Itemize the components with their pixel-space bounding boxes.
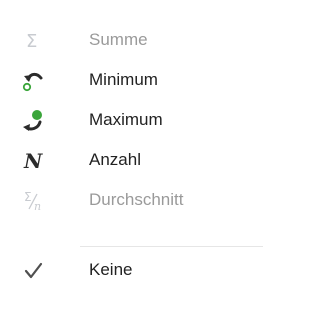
menu-separator [80, 246, 263, 247]
svg-text:Σ: Σ [24, 190, 32, 204]
menu-item-label: Summe [89, 30, 148, 49]
checkmark-icon [20, 258, 48, 282]
menu-item-none[interactable]: Keine [0, 250, 263, 290]
menu-item-maximum[interactable]: Maximum [0, 100, 263, 140]
menu-item-label: Anzahl [89, 150, 141, 169]
average-icon: Σ n [20, 188, 48, 213]
menu-item-sum: Σ Summe [0, 20, 263, 60]
sum-icon: Σ [20, 28, 48, 52]
menu-item-label: Maximum [89, 110, 163, 129]
menu-item-label: Durchschnitt [89, 190, 184, 209]
minimum-icon [20, 68, 48, 92]
menu-item-label: Minimum [89, 70, 158, 89]
menu-item-average: Σ n Durchschnitt [0, 180, 263, 220]
menu-item-minimum[interactable]: Minimum [0, 60, 263, 100]
aggregate-function-menu: Σ Summe Minimum Maximum N Anzahl Σ n Dur… [0, 0, 263, 314]
svg-text:Σ: Σ [26, 31, 37, 52]
menu-item-label: Keine [89, 260, 133, 279]
svg-text:N: N [23, 149, 43, 172]
maximum-icon [20, 108, 48, 132]
svg-text:n: n [34, 200, 41, 212]
menu-item-count[interactable]: N Anzahl [0, 140, 263, 180]
count-icon: N [20, 148, 48, 173]
